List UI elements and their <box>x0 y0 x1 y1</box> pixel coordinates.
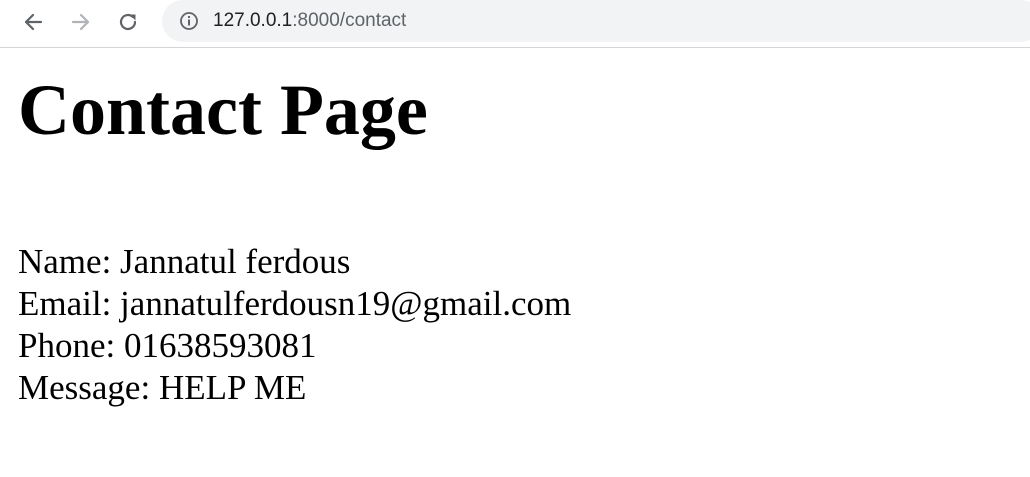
url-path: :8000/contact <box>292 10 407 31</box>
contact-email: Email: jannatulferdousn19@gmail.com <box>18 284 572 323</box>
reload-icon <box>119 13 137 31</box>
page-content: Contact Page Name: Jannatul ferdous Emai… <box>0 48 1030 477</box>
browser-toolbar: 127.0.0.1:8000/contact <box>0 0 1030 48</box>
arrow-left-icon <box>24 13 43 31</box>
contact-phone: Phone: 01638593081 <box>18 326 317 365</box>
address-bar[interactable]: 127.0.0.1:8000/contact <box>162 0 1030 42</box>
back-button[interactable] <box>17 6 49 38</box>
contact-name: Name: Jannatul ferdous <box>18 242 351 281</box>
reload-button[interactable] <box>112 6 144 38</box>
contact-message: Message: HELP ME <box>18 368 307 407</box>
forward-button[interactable] <box>65 6 97 38</box>
contact-details: Name: Jannatul ferdous Email: jannatulfe… <box>18 241 571 409</box>
url-host: 127.0.0.1 <box>213 10 293 31</box>
arrow-right-icon <box>71 13 90 31</box>
page-title: Contact Page <box>18 70 428 150</box>
info-icon[interactable] <box>178 10 200 32</box>
url-text[interactable]: 127.0.0.1:8000/contact <box>213 9 406 33</box>
